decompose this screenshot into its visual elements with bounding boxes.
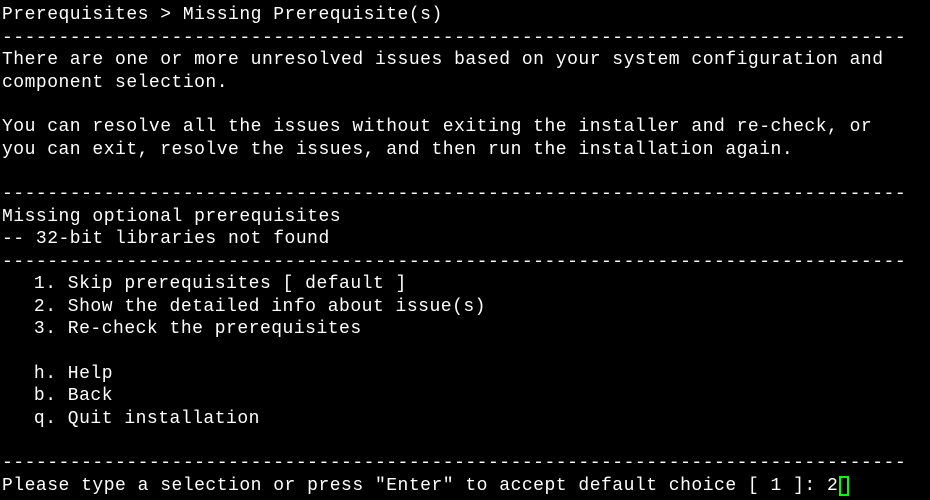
intro-text-3: You can resolve all the issues without e… [0,116,930,139]
prompt-line[interactable]: Please type a selection or press "Enter"… [0,475,930,498]
menu-option-back[interactable]: b. Back [0,385,930,408]
divider-bottom: ----------------------------------------… [0,452,930,475]
menu-option-help[interactable]: h. Help [0,363,930,386]
blank-line [0,94,930,116]
menu-option-3[interactable]: 3. Re-check the prerequisites [0,318,930,341]
menu-option-quit[interactable]: q. Quit installation [0,408,930,431]
prompt-text: Please type a selection or press "Enter"… [2,475,827,498]
intro-text-4: you can exit, resolve the issues, and th… [0,139,930,162]
breadcrumb: Prerequisites > Missing Prerequisite(s) [0,4,930,27]
divider-mid1: ----------------------------------------… [0,183,930,206]
divider-top: ----------------------------------------… [0,27,930,50]
menu-option-2[interactable]: 2. Show the detailed info about issue(s) [0,296,930,319]
section-item: -- 32-bit libraries not found [0,228,930,251]
blank-line [0,430,930,452]
section-title: Missing optional prerequisites [0,206,930,229]
intro-text-2: component selection. [0,72,930,95]
blank-line [0,341,930,363]
prompt-input[interactable]: 2 [827,475,838,498]
menu-option-1[interactable]: 1. Skip prerequisites [ default ] [0,273,930,296]
cursor-icon [839,476,849,496]
divider-mid2: ----------------------------------------… [0,251,930,274]
blank-line [0,161,930,183]
intro-text-1: There are one or more unresolved issues … [0,49,930,72]
